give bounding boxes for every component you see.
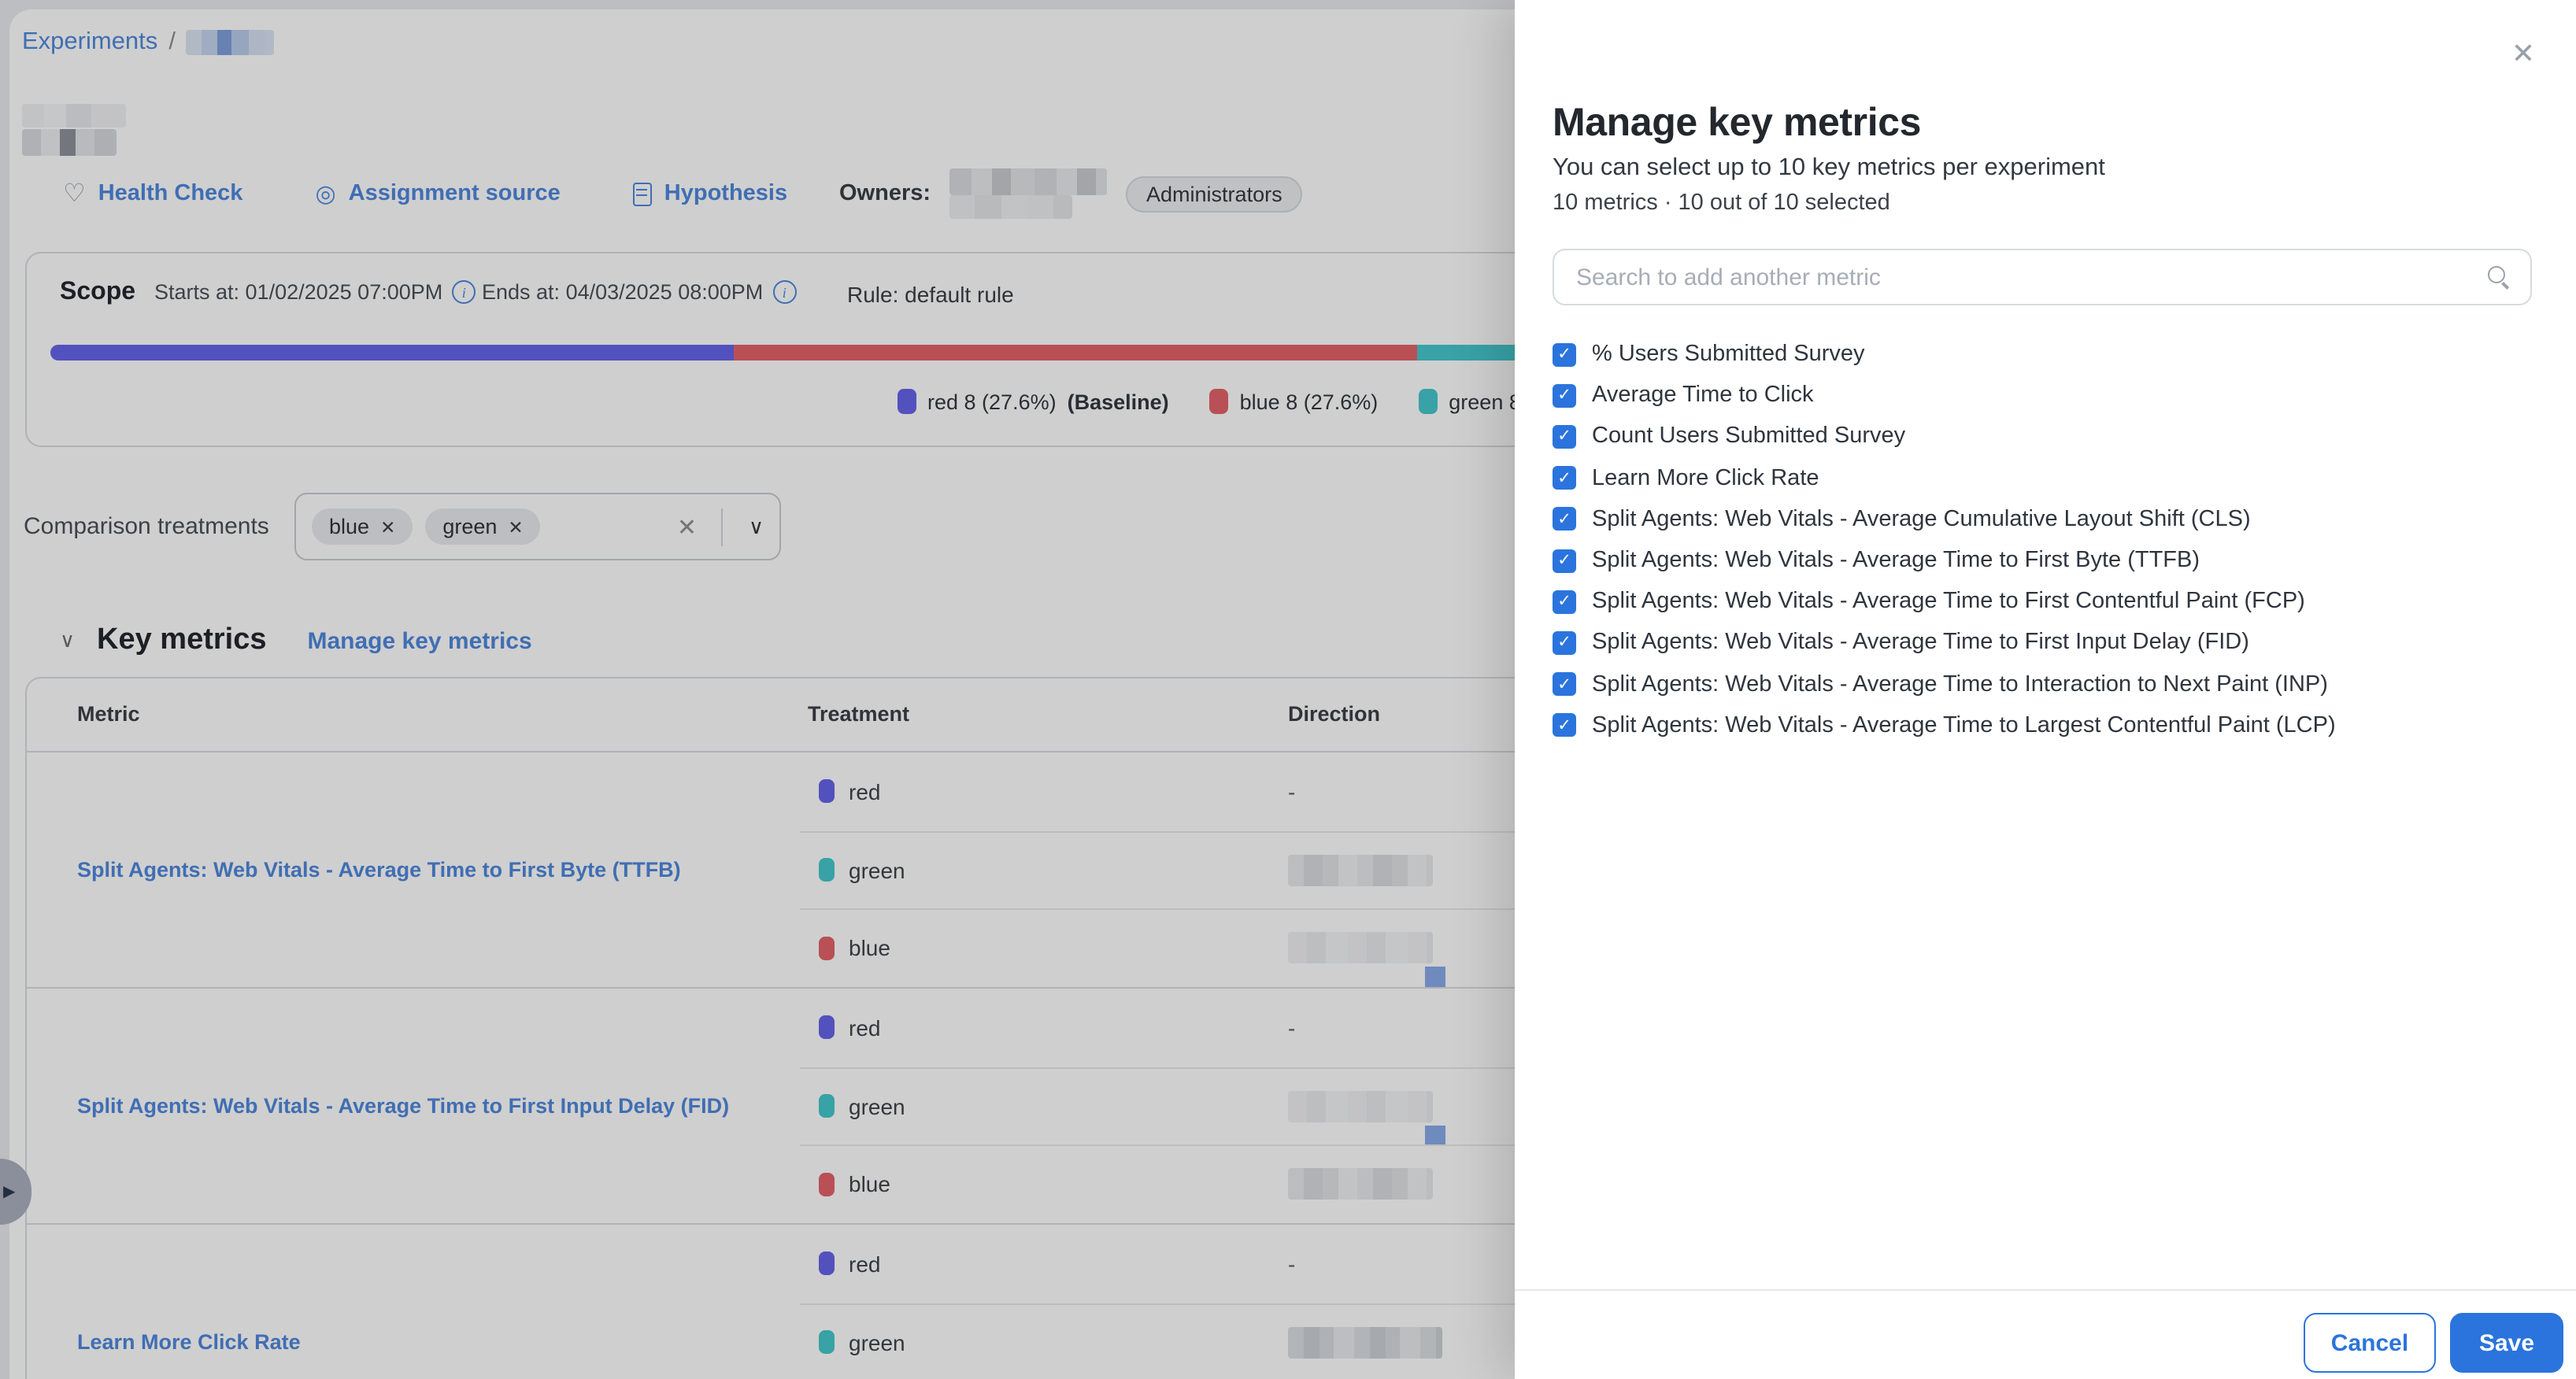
metric-option-label: Split Agents: Web Vitals - Average Time … bbox=[1592, 630, 2249, 656]
metric-option-label: Split Agents: Web Vitals - Average Time … bbox=[1592, 548, 2200, 573]
metric-search-input[interactable] bbox=[1573, 262, 2486, 292]
metric-option[interactable]: ✓ Split Agents: Web Vitals - Average Tim… bbox=[1553, 664, 2545, 704]
save-button[interactable]: Save bbox=[2450, 1313, 2563, 1373]
metric-option-label: Split Agents: Web Vitals - Average Time … bbox=[1592, 589, 2305, 614]
panel-title: Manage key metrics bbox=[1553, 101, 1921, 146]
metric-option[interactable]: ✓ Average Time to Click bbox=[1553, 375, 2545, 416]
metric-option-label: Count Users Submitted Survey bbox=[1592, 424, 1905, 449]
metric-checkbox-list: ✓ % Users Submitted Survey ✓ Average Tim… bbox=[1553, 334, 2545, 746]
metric-option[interactable]: ✓ Split Agents: Web Vitals - Average Tim… bbox=[1553, 623, 2545, 664]
screen: Experiments / ♡ Health Check ◎ Assignmen… bbox=[0, 0, 2576, 1379]
checkbox-checked-icon[interactable]: ✓ bbox=[1553, 590, 1576, 613]
metric-option[interactable]: ✓ Count Users Submitted Survey bbox=[1553, 416, 2545, 457]
metric-option-label: Learn More Click Rate bbox=[1592, 465, 1819, 490]
checkbox-checked-icon[interactable]: ✓ bbox=[1553, 714, 1576, 738]
metric-option-label: Split Agents: Web Vitals - Average Time … bbox=[1592, 713, 2336, 738]
metrics-count-text: 10 metrics · 10 out of 10 selected bbox=[1553, 190, 1890, 216]
metric-search-box bbox=[1553, 249, 2532, 305]
panel-footer: Cancel Save bbox=[1515, 1289, 2576, 1379]
metric-option-label: % Users Submitted Survey bbox=[1592, 342, 1865, 367]
metric-option[interactable]: ✓ Split Agents: Web Vitals - Average Tim… bbox=[1553, 540, 2545, 581]
metric-option-label: Split Agents: Web Vitals - Average Cumul… bbox=[1592, 507, 2251, 532]
metric-option-label: Split Agents: Web Vitals - Average Time … bbox=[1592, 671, 2328, 697]
checkbox-checked-icon[interactable]: ✓ bbox=[1553, 631, 1576, 655]
checkbox-checked-icon[interactable]: ✓ bbox=[1553, 508, 1576, 531]
checkbox-checked-icon[interactable]: ✓ bbox=[1553, 672, 1576, 696]
metric-option[interactable]: ✓ Split Agents: Web Vitals - Average Cum… bbox=[1553, 499, 2545, 540]
metric-option[interactable]: ✓ % Users Submitted Survey bbox=[1553, 334, 2545, 375]
checkbox-checked-icon[interactable]: ✓ bbox=[1553, 425, 1576, 449]
panel-subtitle: You can select up to 10 key metrics per … bbox=[1553, 154, 2105, 183]
metric-option-label: Average Time to Click bbox=[1592, 383, 1814, 409]
checkbox-checked-icon[interactable]: ✓ bbox=[1553, 549, 1576, 572]
search-icon bbox=[2486, 264, 2511, 290]
checkbox-checked-icon[interactable]: ✓ bbox=[1553, 342, 1576, 366]
close-icon[interactable]: ✕ bbox=[2511, 38, 2535, 71]
checkbox-checked-icon[interactable]: ✓ bbox=[1553, 384, 1576, 408]
cancel-button[interactable]: Cancel bbox=[2304, 1313, 2436, 1373]
metric-option[interactable]: ✓ Split Agents: Web Vitals - Average Tim… bbox=[1553, 704, 2545, 745]
manage-key-metrics-panel: ✕ Manage key metrics You can select up t… bbox=[1515, 0, 2576, 1379]
metric-option[interactable]: ✓ Learn More Click Rate bbox=[1553, 457, 2545, 498]
checkbox-checked-icon[interactable]: ✓ bbox=[1553, 466, 1576, 490]
metric-option[interactable]: ✓ Split Agents: Web Vitals - Average Tim… bbox=[1553, 581, 2545, 622]
